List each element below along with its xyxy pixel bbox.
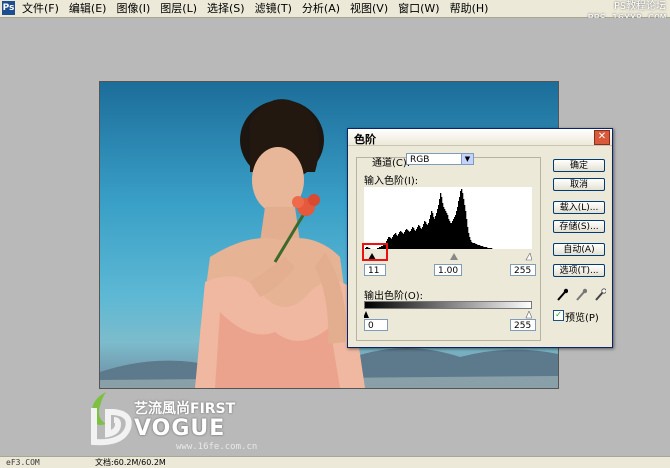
black-eyedropper-icon[interactable] bbox=[556, 288, 568, 301]
auto-button[interactable]: 自动(A) bbox=[553, 243, 605, 256]
channel-label: 通道(C): bbox=[372, 158, 411, 169]
chevron-down-icon[interactable]: ▼ bbox=[461, 154, 473, 164]
document-size: 文档:60.2M/60.2M bbox=[95, 458, 166, 467]
ok-button[interactable]: 确定 bbox=[553, 159, 605, 172]
histogram bbox=[364, 187, 532, 249]
brand-watermark: 艺流風尚FIRST VOGUE bbox=[84, 388, 264, 448]
preview-label: 预览(P) bbox=[565, 313, 599, 324]
leaf-logo-icon bbox=[91, 392, 132, 446]
output-gradient bbox=[364, 301, 532, 309]
gray-eyedropper-icon[interactable] bbox=[575, 288, 587, 301]
histogram-graph bbox=[365, 189, 493, 249]
output-white-handle bbox=[525, 310, 533, 319]
menu-item[interactable]: 滤镜(T) bbox=[250, 2, 297, 15]
dialog-title: 色阶 bbox=[354, 133, 376, 146]
highlight-box bbox=[362, 243, 388, 261]
menu-item[interactable]: 图像(I) bbox=[111, 2, 155, 15]
input-levels-label: 输入色阶(I): bbox=[364, 176, 419, 187]
menu-item[interactable]: 窗口(W) bbox=[393, 2, 444, 15]
dialog-titlebar[interactable]: 色阶 ✕ bbox=[348, 129, 612, 146]
menu-item[interactable]: 图层(L) bbox=[155, 2, 202, 15]
menu-item[interactable]: 文件(F) bbox=[17, 2, 64, 15]
histogram-bar bbox=[491, 248, 493, 249]
output-levels-label: 输出色阶(O): bbox=[364, 291, 424, 302]
menu-item[interactable]: 视图(V) bbox=[345, 2, 393, 15]
brand-vogue-text: VOGUE bbox=[134, 416, 226, 441]
load-button[interactable]: 载入(L)... bbox=[553, 201, 605, 214]
menu-item[interactable]: 帮助(H) bbox=[445, 2, 494, 15]
options-button[interactable]: 选项(T)... bbox=[553, 264, 605, 277]
close-icon[interactable]: ✕ bbox=[594, 130, 610, 145]
channel-select-value: RGB bbox=[410, 155, 430, 165]
output-black-field[interactable]: 0 bbox=[364, 319, 388, 331]
menu-bar: Ps 文件(F) 编辑(E) 图像(I) 图层(L) 选择(S) 滤镜(T) 分析(A) 视图… bbox=[0, 0, 670, 24]
channel-select[interactable]: RGB ▼ bbox=[406, 153, 474, 165]
site-watermark: eF3.COM bbox=[6, 458, 40, 467]
input-slider[interactable] bbox=[364, 251, 533, 261]
levels-dialog: 色阶 ✕ 通道(C): RGB ▼ 输入色阶(I): 11 1.00 255 输… bbox=[347, 128, 613, 348]
output-black-handle bbox=[363, 311, 369, 318]
save-button[interactable]: 存储(S)... bbox=[553, 220, 605, 233]
input-gamma-field[interactable]: 1.00 bbox=[434, 264, 462, 276]
menu-items: 文件(F) 编辑(E) 图像(I) 图层(L) 选择(S) 滤镜(T) 分析(A) 视图(V)… bbox=[17, 2, 493, 15]
brand-chinese-text: 艺流風尚FIRST bbox=[134, 401, 236, 417]
status-bar: eF3.COM 文档:60.2M/60.2M bbox=[0, 456, 670, 468]
output-white-field[interactable]: 255 bbox=[510, 319, 536, 331]
gamma-handle bbox=[450, 253, 458, 260]
menu-item[interactable]: 选择(S) bbox=[202, 2, 250, 15]
menu-item[interactable]: 编辑(E) bbox=[64, 2, 112, 15]
photoshop-logo-icon: Ps bbox=[2, 1, 15, 15]
input-black-field[interactable]: 11 bbox=[364, 264, 386, 276]
output-slider[interactable] bbox=[363, 309, 533, 319]
menu-item[interactable]: 分析(A) bbox=[297, 2, 345, 15]
watermark-line1: PS教程论坛 bbox=[613, 1, 666, 12]
brand-url: www.16fe.com.cn bbox=[176, 442, 258, 452]
input-white-field[interactable]: 255 bbox=[510, 264, 536, 276]
white-eyedropper-icon[interactable] bbox=[594, 288, 606, 301]
cancel-button[interactable]: 取消 bbox=[553, 178, 605, 191]
preview-checkbox[interactable]: ✓ bbox=[553, 310, 564, 321]
white-point-handle bbox=[525, 252, 533, 261]
